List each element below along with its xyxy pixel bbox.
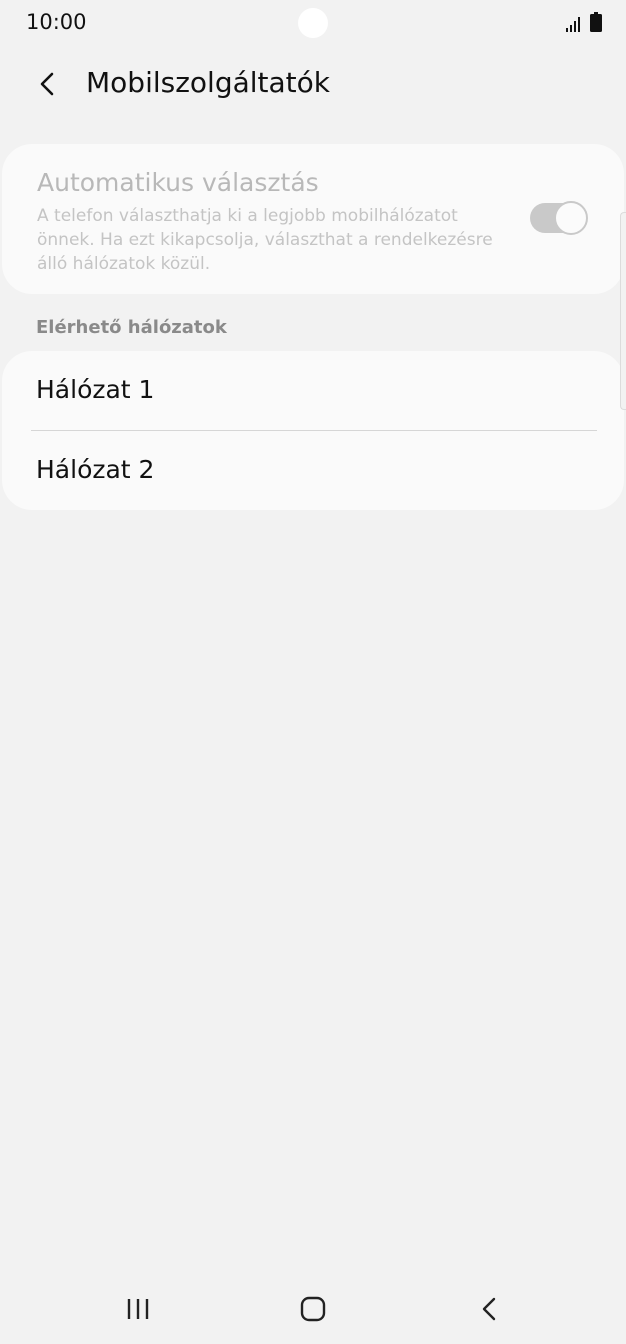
toggle-knob [554,201,588,235]
status-bar: 10:00 [0,0,626,48]
battery-icon [590,12,602,32]
auto-select-title: Automatikus választás [37,168,319,197]
auto-select-toggle[interactable] [530,201,588,235]
nav-bar [0,1272,626,1344]
status-time: 10:00 [26,10,87,34]
camera-cutout [298,8,328,38]
network-label: Hálózat 2 [36,455,155,484]
network-item-2[interactable]: Hálózat 2 [2,431,624,510]
network-item-1[interactable]: Hálózat 1 [2,351,624,430]
networks-card: Hálózat 1 Hálózat 2 [2,351,624,510]
page-title: Mobilszolgáltatók [86,66,330,99]
available-networks-label: Elérhető hálózatok [36,317,227,338]
signal-icon [566,17,580,32]
back-icon[interactable] [476,1294,502,1324]
back-arrow-icon[interactable] [34,68,62,100]
recents-icon[interactable] [124,1296,152,1322]
network-label: Hálózat 1 [36,375,155,404]
home-icon[interactable] [299,1296,327,1322]
scroll-indicator[interactable] [620,212,626,410]
auto-select-card: Automatikus választás A telefon választh… [2,144,624,294]
status-icons [566,12,602,32]
header: Mobilszolgáltatók [0,56,626,112]
auto-select-description: A telefon választhatja ki a legjobb mobi… [37,206,493,274]
